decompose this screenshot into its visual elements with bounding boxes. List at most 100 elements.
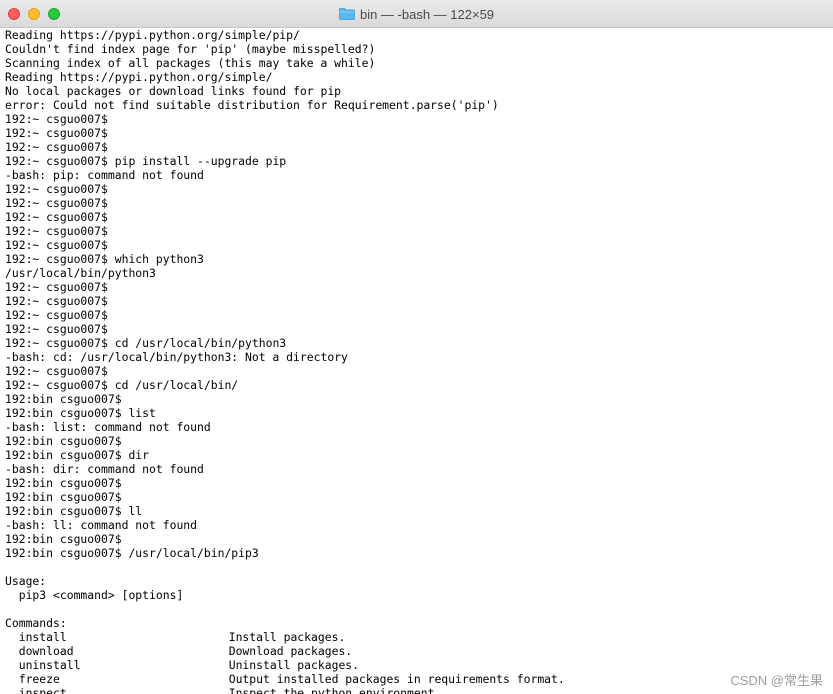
- terminal-line: 192:~ csguo007$: [5, 308, 833, 322]
- command-row: download Download packages.: [5, 644, 833, 658]
- terminal-line: -bash: list: command not found: [5, 420, 833, 434]
- terminal-line-text: 192:~ csguo007$: [5, 224, 108, 238]
- terminal-line: 192:bin csguo007$ /usr/local/bin/pip3: [5, 546, 833, 560]
- terminal-line: -bash: cd: /usr/local/bin/python3: Not a…: [5, 350, 833, 364]
- command-name: uninstall: [18, 658, 81, 672]
- terminal-line-text: -bash: ll: command not found: [5, 518, 198, 532]
- terminal-line-text: 192:bin csguo007$ dir: [5, 448, 150, 462]
- terminal-line: 192:bin csguo007$ list: [5, 406, 833, 420]
- terminal-line-text: -bash: list: command not found: [5, 420, 211, 434]
- terminal-line-text: 192:~ csguo007$: [5, 140, 108, 154]
- terminal-line: 192:~ csguo007$: [5, 322, 833, 336]
- terminal-line: Reading https://pypi.python.org/simple/p…: [5, 28, 833, 42]
- terminal-line: 192:~ csguo007$: [5, 224, 833, 238]
- terminal-line-text: Reading https://pypi.python.org/simple/: [5, 70, 273, 84]
- terminal-line: -bash: pip: command not found: [5, 168, 833, 182]
- terminal-line: 192:bin csguo007$: [5, 490, 833, 504]
- terminal-line-text: Usage:: [5, 574, 47, 588]
- terminal-line-text: 192:~ csguo007$: [5, 210, 108, 224]
- title-bar[interactable]: bin — -bash — 122×59: [0, 0, 833, 28]
- terminal-line-text: -bash: dir: command not found: [5, 462, 204, 476]
- terminal-line-text: 192:bin csguo007$: [5, 434, 122, 448]
- command-row: inspect Inspect the python environment: [5, 686, 833, 694]
- terminal-line: 192:~ csguo007$ cd /usr/local/bin/: [5, 378, 833, 392]
- command-name: download: [18, 644, 74, 658]
- terminal-line: Couldn't find index page for 'pip' (mayb…: [5, 42, 833, 56]
- terminal-line: 192:bin csguo007$: [5, 532, 833, 546]
- terminal-line-text: Couldn't find index page for 'pip' (mayb…: [5, 42, 376, 56]
- terminal-window: bin — -bash — 122×59 Reading https://pyp…: [0, 0, 833, 694]
- terminal-line: No local packages or download links foun…: [5, 84, 833, 98]
- terminal-line: 192:~ csguo007$: [5, 196, 833, 210]
- terminal-line: 192:~ csguo007$: [5, 280, 833, 294]
- command-description: Uninstall packages.: [228, 658, 360, 672]
- command-description: Install packages.: [228, 630, 346, 644]
- terminal-line-text: 192:bin csguo007$: [5, 490, 122, 504]
- terminal-line-text: 192:~ csguo007$: [5, 280, 108, 294]
- terminal-line: 192:~ csguo007$ pip install --upgrade pi…: [5, 154, 833, 168]
- command-name: install: [18, 630, 67, 644]
- terminal-line-text: 192:bin csguo007$: [5, 476, 122, 490]
- terminal-line-text: 192:~ csguo007$: [5, 196, 108, 210]
- terminal-line-text: 192:~ csguo007$: [5, 182, 108, 196]
- terminal-line-text: Reading https://pypi.python.org/simple/p…: [5, 28, 300, 42]
- terminal-line: 192:~ csguo007$: [5, 182, 833, 196]
- command-description: Output installed packages in requirement…: [228, 672, 565, 686]
- terminal-line: 192:bin csguo007$: [5, 476, 833, 490]
- terminal-line: /usr/local/bin/python3: [5, 266, 833, 280]
- terminal-line: 192:~ csguo007$ cd /usr/local/bin/python…: [5, 336, 833, 350]
- terminal-line-text: 192:~ csguo007$: [5, 112, 108, 126]
- terminal-line-text: 192:~ csguo007$: [5, 364, 108, 378]
- window-title-area: bin — -bash — 122×59: [0, 0, 833, 28]
- terminal-line-text: pip3 <command> [options]: [5, 588, 184, 602]
- terminal-line: 192:~ csguo007$: [5, 140, 833, 154]
- terminal-line-text: 192:bin csguo007$: [5, 392, 122, 406]
- terminal-line: Usage:: [5, 574, 833, 588]
- terminal-line-text: 192:bin csguo007$ ll: [5, 504, 143, 518]
- terminal-line-text: 192:~ csguo007$ pip install --upgrade pi…: [5, 154, 287, 168]
- terminal-line: Commands:: [5, 616, 833, 630]
- terminal-line-text: -bash: cd: /usr/local/bin/python3: Not a…: [5, 350, 348, 364]
- terminal-line: 192:bin csguo007$ dir: [5, 448, 833, 462]
- terminal-line: pip3 <command> [options]: [5, 588, 833, 602]
- terminal-line: 192:~ csguo007$: [5, 238, 833, 252]
- terminal-line: 192:~ csguo007$: [5, 294, 833, 308]
- watermark: CSDN @常生果: [730, 673, 823, 688]
- folder-icon: [339, 8, 355, 20]
- terminal-line-text: 192:~ csguo007$: [5, 238, 108, 252]
- terminal-line: error: Could not find suitable distribut…: [5, 98, 833, 112]
- terminal-line: 192:bin csguo007$: [5, 434, 833, 448]
- terminal-line: 192:bin csguo007$: [5, 392, 833, 406]
- terminal-output[interactable]: Reading https://pypi.python.org/simple/p…: [5, 28, 833, 694]
- command-description: Inspect the python environment: [228, 686, 435, 694]
- terminal-line: 192:bin csguo007$ ll: [5, 504, 833, 518]
- terminal-line-text: 192:~ csguo007$ cd /usr/local/bin/: [5, 378, 239, 392]
- terminal-line: 192:~ csguo007$: [5, 126, 833, 140]
- command-row: uninstall Uninstall packages.: [5, 658, 833, 672]
- terminal-line-text: 192:bin csguo007$: [5, 532, 122, 546]
- terminal-line: 192:~ csguo007$: [5, 210, 833, 224]
- command-row: freeze Output installed packages in requi…: [5, 672, 833, 686]
- command-description: Download packages.: [228, 644, 353, 658]
- terminal-line-text: /usr/local/bin/python3: [5, 266, 156, 280]
- terminal-line: 192:~ csguo007$: [5, 112, 833, 126]
- terminal-line-text: Scanning index of all packages (this may…: [5, 56, 376, 70]
- terminal-line-text: 192:~ csguo007$: [5, 308, 108, 322]
- terminal-line-text: 192:~ csguo007$ which python3: [5, 252, 204, 266]
- terminal-line-text: Commands:: [5, 616, 67, 630]
- terminal-line: -bash: dir: command not found: [5, 462, 833, 476]
- window-title: bin — -bash — 122×59: [359, 6, 495, 22]
- command-name: inspect: [18, 686, 67, 694]
- terminal-line: 192:~ csguo007$ which python3: [5, 252, 833, 266]
- terminal-line-text: error: Could not find suitable distribut…: [5, 98, 499, 112]
- terminal-line: Scanning index of all packages (this may…: [5, 56, 833, 70]
- terminal-line-text: 192:~ csguo007$: [5, 322, 108, 336]
- command-name: freeze: [18, 672, 60, 686]
- terminal-line-text: -bash: pip: command not found: [5, 168, 204, 182]
